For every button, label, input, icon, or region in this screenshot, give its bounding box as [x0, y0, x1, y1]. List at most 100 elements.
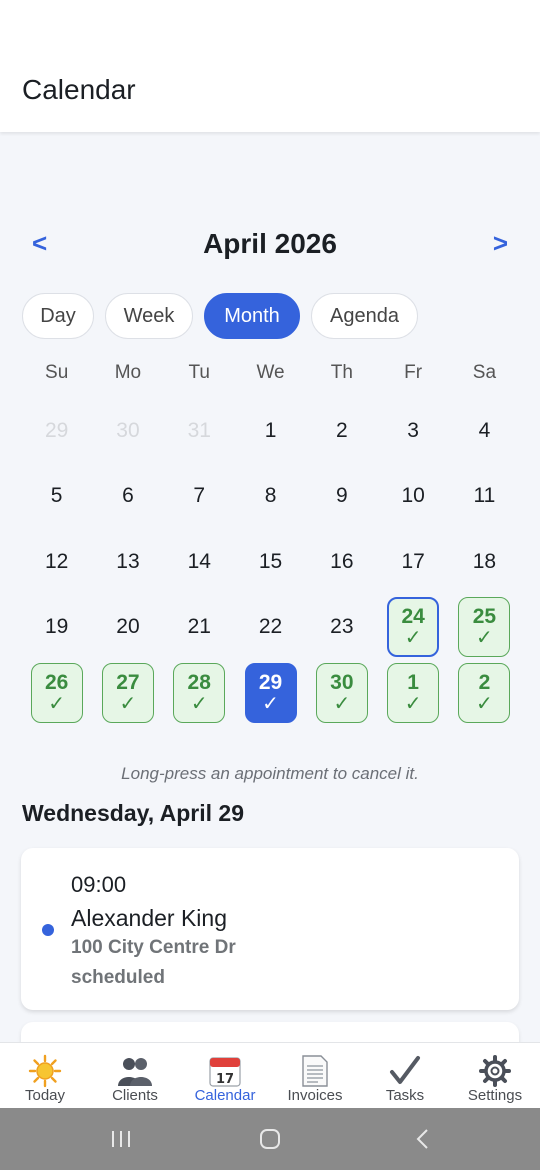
calendar-day[interactable]: 23 — [306, 595, 377, 661]
calendar-day[interactable]: 2 — [306, 398, 377, 464]
day-number: 29 — [44, 418, 69, 442]
calendar-day-booked[interactable]: 28 ✓ — [164, 660, 235, 726]
calendar-day[interactable]: 6 — [92, 464, 163, 530]
day-highlight: 29 ✓ — [244, 662, 297, 723]
weekday-label: Sa — [472, 362, 497, 383]
tab-day[interactable]: Day — [22, 293, 94, 339]
nav-calendar[interactable]: 17 Calendar — [180, 1043, 270, 1108]
calendar-day-selected[interactable]: 29 ✓ — [235, 660, 306, 726]
day-number: 27 — [116, 670, 140, 694]
people-icon — [117, 1053, 153, 1089]
nav-label: Settings — [467, 1087, 523, 1104]
calendar-day[interactable]: 10 — [377, 464, 448, 530]
system-navigation-bar — [0, 1108, 540, 1170]
calendar-day[interactable]: 12 — [21, 529, 92, 595]
day-highlight: 25 ✓ — [458, 597, 511, 658]
day-number: 4 — [478, 418, 491, 442]
nav-invoices[interactable]: Invoices — [270, 1043, 360, 1108]
tab-month[interactable]: Month — [204, 293, 300, 339]
day-number: 6 — [122, 484, 134, 508]
calendar-day[interactable]: 22 — [235, 595, 306, 661]
next-month-button[interactable]: > — [493, 228, 508, 259]
booked-check-icon: ✓ — [404, 692, 422, 715]
day-number: 20 — [116, 615, 140, 639]
weekday-label: Mo — [114, 362, 142, 383]
nav-clients[interactable]: Clients — [90, 1043, 180, 1108]
nav-tasks[interactable]: Tasks — [360, 1043, 450, 1108]
calendar-day-booked[interactable]: 24 ✓ — [377, 595, 448, 661]
day-number: 17 — [401, 549, 425, 573]
calendar-day-booked[interactable]: 30 ✓ — [306, 660, 377, 726]
calendar-day-outside-month: 30 — [92, 398, 163, 464]
calendar-day[interactable]: 17 — [377, 529, 448, 595]
day-number: 16 — [330, 549, 354, 573]
month-navigation: < April 2026 > — [0, 222, 540, 272]
calendar-day[interactable]: 13 — [92, 529, 163, 595]
recent-apps-icon[interactable] — [110, 1128, 132, 1155]
day-number: 23 — [330, 615, 354, 639]
day-number: 10 — [401, 484, 425, 508]
calendar-day[interactable]: 21 — [164, 595, 235, 661]
calendar-day[interactable]: 14 — [164, 529, 235, 595]
booked-check-icon: ✓ — [404, 627, 422, 650]
booked-check-icon: ✓ — [48, 692, 66, 715]
home-icon[interactable] — [259, 1128, 281, 1155]
day-number: 9 — [335, 484, 348, 508]
month-title: April 2026 — [203, 228, 337, 259]
nav-label: Tasks — [385, 1087, 425, 1104]
day-number: 1 — [264, 418, 277, 442]
day-number: 26 — [44, 670, 69, 694]
calendar-day[interactable]: 15 — [235, 529, 306, 595]
document-icon — [297, 1053, 333, 1089]
calendar-day[interactable]: 20 — [92, 595, 163, 661]
calendar-day-booked[interactable]: 2 ✓ — [449, 660, 520, 726]
appointment-address: 100 City Centre Dr — [71, 937, 236, 958]
calendar-day[interactable]: 1 — [235, 398, 306, 464]
bottom-navigation: Today Clients 17 Calendar Invoices Tasks… — [0, 1042, 540, 1108]
tab-agenda[interactable]: Agenda — [311, 293, 418, 339]
day-number: 29 — [258, 670, 283, 694]
gear-icon — [477, 1053, 513, 1089]
calendar-day[interactable]: 16 — [306, 529, 377, 595]
calendar-day[interactable]: 3 — [377, 398, 448, 464]
appointment-client: Alexander King — [71, 905, 227, 931]
app-header: Calendar — [0, 0, 540, 132]
calendar-day[interactable]: 7 — [164, 464, 235, 530]
day-number: 7 — [193, 484, 206, 508]
day-number: 8 — [264, 484, 277, 508]
calendar-day-booked[interactable]: 26 ✓ — [21, 660, 92, 726]
cancel-hint: Long-press an appointment to cancel it. — [121, 764, 419, 783]
back-icon[interactable] — [412, 1128, 434, 1155]
month-grid: 29 30 31 1 2 3 4 5 6 7 8 9 10 11 12 13 14 15 16 17 18 19 20 21 2… — [21, 398, 521, 726]
nav-label: Today — [24, 1087, 66, 1104]
booked-check-icon: ✓ — [476, 627, 493, 650]
calendar-day-booked[interactable]: 27 ✓ — [92, 660, 163, 726]
booked-check-icon: ✓ — [119, 692, 137, 715]
tab-week[interactable]: Week — [105, 293, 193, 339]
calendar-day[interactable]: 11 — [449, 464, 520, 530]
calendar-day[interactable]: 9 — [306, 464, 377, 530]
nav-today[interactable]: Today — [0, 1043, 90, 1108]
weekday-label: Th — [330, 362, 353, 383]
svg-text:17: 17 — [216, 1072, 234, 1087]
calendar-day[interactable]: 19 — [21, 595, 92, 661]
appointment-time: 09:00 — [71, 872, 127, 897]
calendar-day[interactable]: 18 — [449, 529, 520, 595]
booked-check-icon: ✓ — [190, 692, 208, 715]
calendar-day-booked[interactable]: 1 ✓ — [377, 660, 448, 726]
calendar-day[interactable]: 5 — [21, 464, 92, 530]
day-highlight: 28 ✓ — [173, 662, 226, 723]
page-title: Calendar — [22, 74, 136, 105]
day-number: 28 — [187, 670, 211, 694]
booked-check-icon: ✓ — [262, 692, 279, 715]
calendar-day[interactable]: 4 — [449, 398, 520, 464]
day-number: 31 — [187, 418, 211, 442]
nav-settings[interactable]: Settings — [450, 1043, 540, 1108]
checkmark-icon — [387, 1053, 423, 1089]
appointment-card[interactable]: 09:00 Alexander King 100 City Centre Dr … — [21, 848, 519, 1010]
calendar-day-booked[interactable]: 25 ✓ — [449, 595, 520, 661]
day-number: 2 — [478, 670, 491, 694]
calendar-day[interactable]: 8 — [235, 464, 306, 530]
weekday-header: Su Mo Tu We Th Fr Sa — [21, 362, 521, 384]
day-number: 1 — [407, 670, 419, 694]
